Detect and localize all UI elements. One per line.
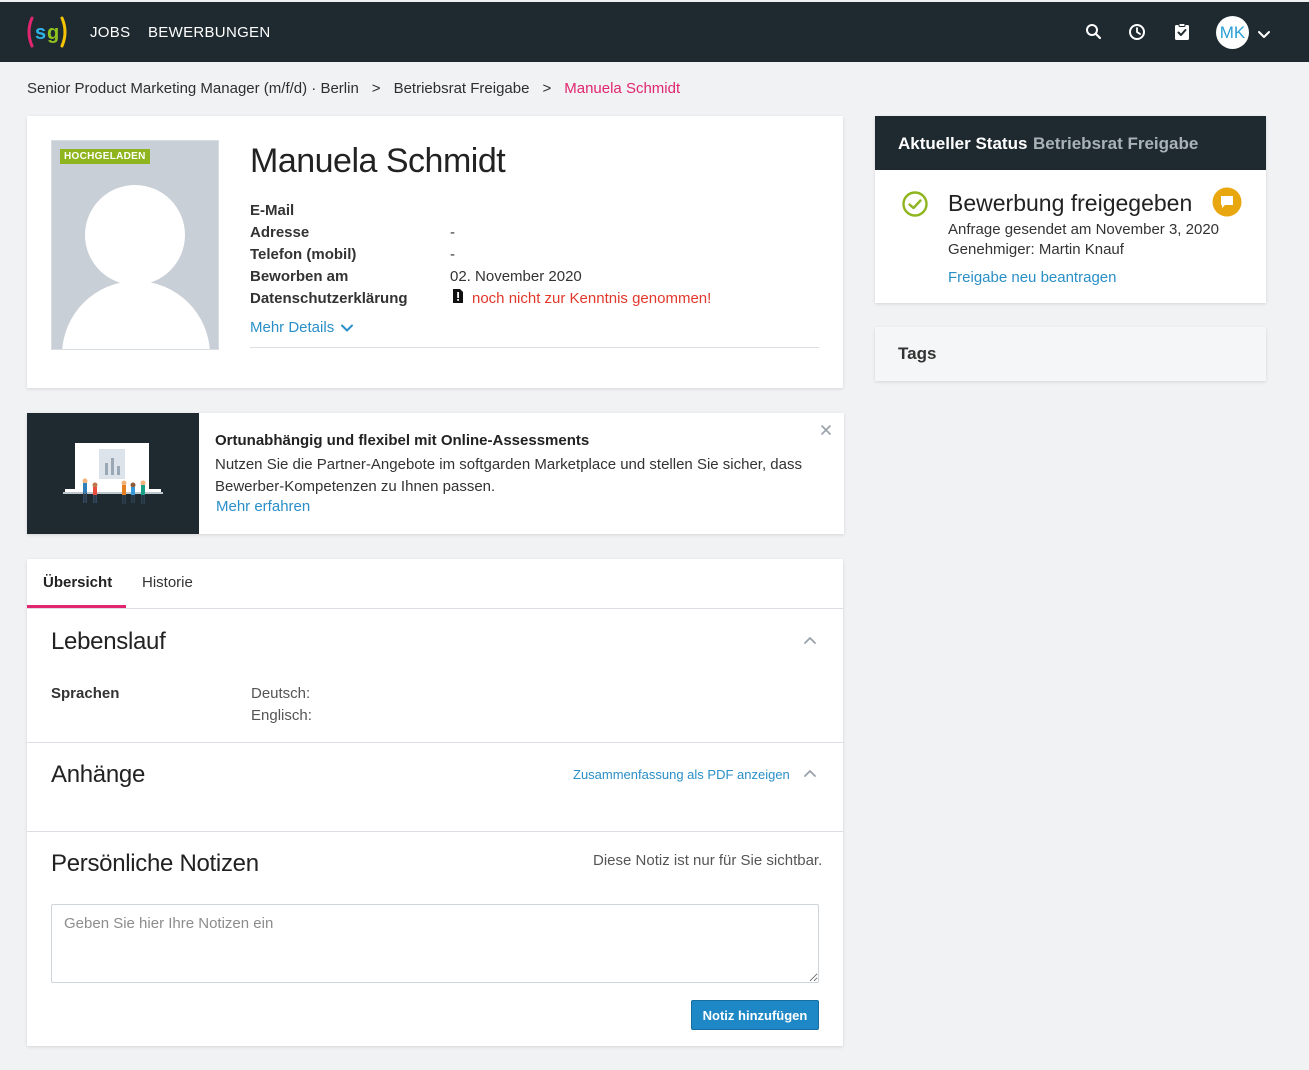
status-header: Aktueller Status Betriebsrat Freigabe <box>875 116 1266 170</box>
language-item: Englisch: <box>251 707 312 724</box>
top-navigation-bar: s g JOBS BEWERBUNGEN MK <box>0 0 1309 62</box>
search-icon[interactable] <box>1084 22 1104 42</box>
current-status-card: Aktueller Status Betriebsrat Freigabe Be… <box>875 116 1266 303</box>
softgarden-logo[interactable]: s g <box>26 14 68 50</box>
attachments-section-title: Anhänge <box>51 761 145 788</box>
status-stage: Betriebsrat Freigabe <box>1033 134 1199 153</box>
notes-section-title: Persönliche Notizen <box>51 850 259 877</box>
status-approver: Genehmiger: Martin Knauf <box>948 241 1124 258</box>
more-details-toggle[interactable]: Mehr Details <box>250 319 334 336</box>
tags-card: Tags <box>875 327 1266 381</box>
clipboard-check-icon[interactable] <box>1172 22 1192 42</box>
application-details-card: Übersicht Historie Lebenslauf Sprachen D… <box>27 559 843 1046</box>
cv-section-title: Lebenslauf <box>51 628 166 655</box>
breadcrumb-separator: > <box>542 80 552 97</box>
chevron-down-icon[interactable] <box>339 320 355 336</box>
divider <box>27 742 843 743</box>
breadcrumb-separator: > <box>371 80 381 97</box>
svg-text:g: g <box>47 22 59 44</box>
breadcrumb: Senior Product Marketing Manager (m/f/d)… <box>27 80 680 97</box>
breadcrumb-current: Manuela Schmidt <box>564 80 681 97</box>
language-item: Deutsch: <box>251 685 311 702</box>
uploaded-badge: HOCHGELADEN <box>60 149 150 164</box>
document-alert-icon <box>453 289 463 303</box>
applied-date-value: 02. November 2020 <box>450 268 582 285</box>
nav-applications-link[interactable]: BEWERBUNGEN <box>148 24 270 41</box>
marketplace-promo-banner: Ortunabhängig und flexibel mit Online-As… <box>27 413 844 534</box>
tab-overview[interactable]: Übersicht <box>43 574 112 591</box>
promo-title: Ortunabhängig und flexibel mit Online-As… <box>215 432 590 449</box>
avatar-placeholder-head <box>85 185 185 285</box>
candidate-name: Manuela Schmidt <box>250 142 506 180</box>
close-icon[interactable] <box>819 423 833 437</box>
address-value: - <box>450 224 455 241</box>
address-label: Adresse <box>250 224 310 241</box>
candidate-photo: HOCHGELADEN <box>51 140 219 350</box>
chevron-down-icon[interactable] <box>1256 26 1272 42</box>
candidate-profile-card: HOCHGELADEN Manuela Schmidt E-Mail Adres… <box>27 116 843 388</box>
divider <box>27 831 843 832</box>
phone-value: - <box>450 246 455 263</box>
comment-icon[interactable] <box>1212 187 1242 217</box>
pdf-summary-link[interactable]: Zusammenfassung als PDF anzeigen <box>573 767 790 782</box>
applied-date-label: Beworben am <box>250 268 349 285</box>
assessment-illustration <box>27 413 199 534</box>
request-approval-again-link[interactable]: Freigabe neu beantragen <box>948 269 1116 286</box>
breadcrumb-stage[interactable]: Betriebsrat Freigabe <box>394 80 530 97</box>
status-request-date: Anfrage gesendet am November 3, 2020 <box>948 221 1220 238</box>
check-circle-icon <box>902 191 928 217</box>
divider <box>250 347 819 348</box>
tab-history[interactable]: Historie <box>142 574 193 591</box>
status-title: Bewerbung freigegeben <box>948 190 1193 216</box>
languages-label: Sprachen <box>51 685 120 702</box>
notes-visibility-hint: Diese Notiz ist nur für Sie sichtbar. <box>593 852 823 869</box>
breadcrumb-job[interactable]: Senior Product Marketing Manager (m/f/d)… <box>27 80 359 97</box>
tags-title: Tags <box>898 344 937 363</box>
user-avatar[interactable]: MK <box>1216 16 1249 49</box>
status-label: Aktueller Status <box>898 134 1028 153</box>
phone-label: Telefon (mobil) <box>250 246 357 263</box>
email-label: E-Mail <box>250 202 295 219</box>
avatar-placeholder-body <box>62 281 210 349</box>
nav-jobs-link[interactable]: JOBS <box>90 24 130 41</box>
svg-text:s: s <box>35 22 46 44</box>
clock-icon[interactable] <box>1127 22 1147 42</box>
notes-textarea[interactable] <box>51 904 819 983</box>
promo-text: Nutzen Sie die Partner-Angebote im softg… <box>215 456 802 495</box>
chevron-up-icon[interactable] <box>802 633 818 649</box>
divider <box>27 608 843 609</box>
add-note-button[interactable]: Notiz hinzufügen <box>691 1000 819 1030</box>
privacy-value: noch nicht zur Kenntnis genommen! <box>472 290 712 307</box>
chevron-up-icon[interactable] <box>802 766 818 782</box>
privacy-label: Datenschutzerklärung <box>250 290 408 307</box>
learn-more-link[interactable]: Mehr erfahren <box>216 498 310 515</box>
